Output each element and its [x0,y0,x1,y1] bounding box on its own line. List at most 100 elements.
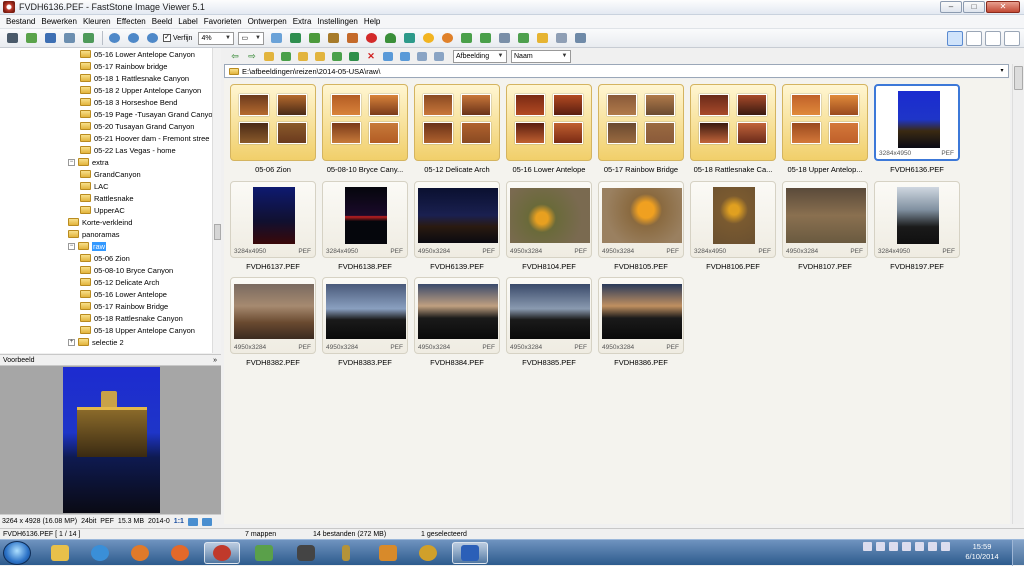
explorer-task[interactable] [42,542,78,564]
folder-thumbnail[interactable] [322,84,408,161]
tree-item[interactable]: Rattlesnake [80,192,134,204]
tray-flag-icon[interactable] [863,542,872,551]
gallery-task[interactable] [246,542,282,564]
rotate-left-icon[interactable] [268,31,284,45]
print-icon[interactable] [496,31,512,45]
folder-thumbnail[interactable] [230,84,316,161]
close-button[interactable]: ✕ [986,1,1020,13]
tree-expander-icon[interactable]: + [68,338,75,346]
camera-task[interactable] [288,542,324,564]
faststone-task[interactable] [204,542,240,564]
tree-item[interactable]: 05-16 Lower Antelope Canyon [80,48,195,60]
tree-item[interactable]: 05-12 Delicate Arch [80,276,159,288]
delete-icon[interactable]: ✕ [364,51,378,62]
grid-scrollbar-thumb[interactable] [1014,66,1023,90]
settings-icon[interactable] [515,31,531,45]
tray-arrow-icon[interactable] [876,542,885,551]
menu-effecten[interactable]: Effecten [114,17,149,26]
ie-task[interactable] [82,542,118,564]
zoom-in-icon[interactable] [106,31,122,45]
new-folder-icon[interactable] [279,51,293,62]
image-thumbnail[interactable]: 4950x3284 PEF [230,277,316,354]
fullscreen-icon[interactable] [201,517,212,526]
folder-thumbnail[interactable] [690,84,776,161]
tree-item[interactable]: 05-08-10 Bryce Canyon [80,264,173,276]
tree-item[interactable]: UpperAC [80,204,125,216]
select-all-icon[interactable] [381,51,395,62]
actual-size-icon[interactable] [144,31,160,45]
preview-image[interactable] [63,367,160,513]
tree-item[interactable]: 05-18 3 Horseshoe Bend [80,96,177,108]
menu-bestand[interactable]: Bestand [3,17,38,26]
checklist-task[interactable] [370,542,406,564]
flip-icon[interactable] [287,31,303,45]
start-button[interactable] [3,541,31,565]
tray-signal-icon[interactable] [928,542,937,551]
selection-mode-select[interactable]: ▭ ▼ [238,31,265,45]
back-icon[interactable]: ⇦ [228,51,242,62]
menu-extra[interactable]: Extra [290,17,315,26]
image-thumbnail[interactable]: 4950x3284 PEF [598,277,684,354]
layout-thumbnails-icon[interactable] [966,31,982,46]
monitor-icon[interactable] [572,31,588,45]
tree-item[interactable]: LAC [80,180,109,192]
tree-item[interactable]: 05-17 Rainbow Bridge [80,300,168,312]
folder-tree[interactable]: 05-16 Lower Antelope Canyon 05-17 Rainbow… [0,48,221,353]
tree-scrollbar-thumb[interactable] [214,224,221,240]
tray-network-icon[interactable] [902,542,911,551]
tree-item[interactable]: 05-20 Tusayan Grand Canyon [80,120,194,132]
chevron-down-icon[interactable]: ▾ [997,66,1007,76]
red-eye-icon[interactable] [363,31,379,45]
forward-icon[interactable]: ⇨ [245,51,259,62]
move-to-icon[interactable] [330,51,344,62]
folder-thumbnail[interactable] [782,84,868,161]
image-thumbnail[interactable]: 4950x3284 PEF [506,277,592,354]
tree-item[interactable]: 05-06 Zion [80,252,130,264]
image-thumbnail[interactable]: 4950x3284 PEF [414,181,500,258]
layout-browser-icon[interactable] [947,31,963,46]
media-player-task[interactable] [122,542,158,564]
tray-usb-icon[interactable] [889,542,898,551]
favorite-folder-icon[interactable] [296,51,310,62]
minimize-button[interactable]: – [940,1,962,13]
image-thumbnail[interactable]: 4950x3284 PEF [322,277,408,354]
folder-thumbnail[interactable] [506,84,592,161]
layout-preview-icon[interactable] [985,31,1001,46]
menu-ontwerpen[interactable]: Ontwerpen [245,17,290,26]
crop-icon[interactable] [325,31,341,45]
image-thumbnail[interactable]: 4950x3284 PEF [598,181,684,258]
clock[interactable]: 15:59 6/10/2014 [962,542,1002,562]
menu-bewerken[interactable]: Bewerken [38,17,80,26]
show-desktop-button[interactable] [1012,540,1024,566]
camera-icon[interactable] [4,31,20,45]
maximize-button[interactable]: □ [963,1,985,13]
menu-label[interactable]: Label [175,17,201,26]
image-thumbnail[interactable]: 3284x4950 PEF [874,181,960,258]
image-thumbnail[interactable]: 3284x4950 PEF [874,84,960,161]
tree-item[interactable]: GrandCanyon [80,168,141,180]
refine-checkbox[interactable]: ✓ Verfijn [163,34,192,42]
up-folder-icon[interactable] [262,51,276,62]
zoom-select[interactable]: 4% ▼ [198,31,235,45]
image-thumbnail[interactable]: 4950x3284 PEF [506,181,592,258]
tree-item[interactable]: 05-19 Page -Tusayan Grand Canyo [80,108,213,120]
printer-icon[interactable] [553,31,569,45]
open-folder-icon[interactable] [23,31,39,45]
filmstrip-icon[interactable] [80,31,96,45]
copy-to-icon[interactable] [313,51,327,62]
layout-fullscreen-icon[interactable] [1004,31,1020,46]
tree-expander-icon[interactable]: − [68,242,75,250]
menu-help[interactable]: Help [361,17,383,26]
zoom-out-icon[interactable] [125,31,141,45]
app-icon[interactable] [3,1,15,13]
resize-icon[interactable] [344,31,360,45]
image-thumbnail[interactable]: 4950x3284 PEF [414,277,500,354]
save-icon[interactable] [42,31,58,45]
convert-icon[interactable] [458,31,474,45]
tree-item[interactable]: 05-17 Rainbow bridge [80,60,167,72]
tree-item[interactable]: 05-16 Lower Antelope [80,288,167,300]
tree-item[interactable]: + selectie 2 [68,336,124,348]
select-none-icon[interactable] [398,51,412,62]
tree-expander-icon[interactable]: − [68,158,75,166]
rotate-right-icon[interactable] [306,31,322,45]
